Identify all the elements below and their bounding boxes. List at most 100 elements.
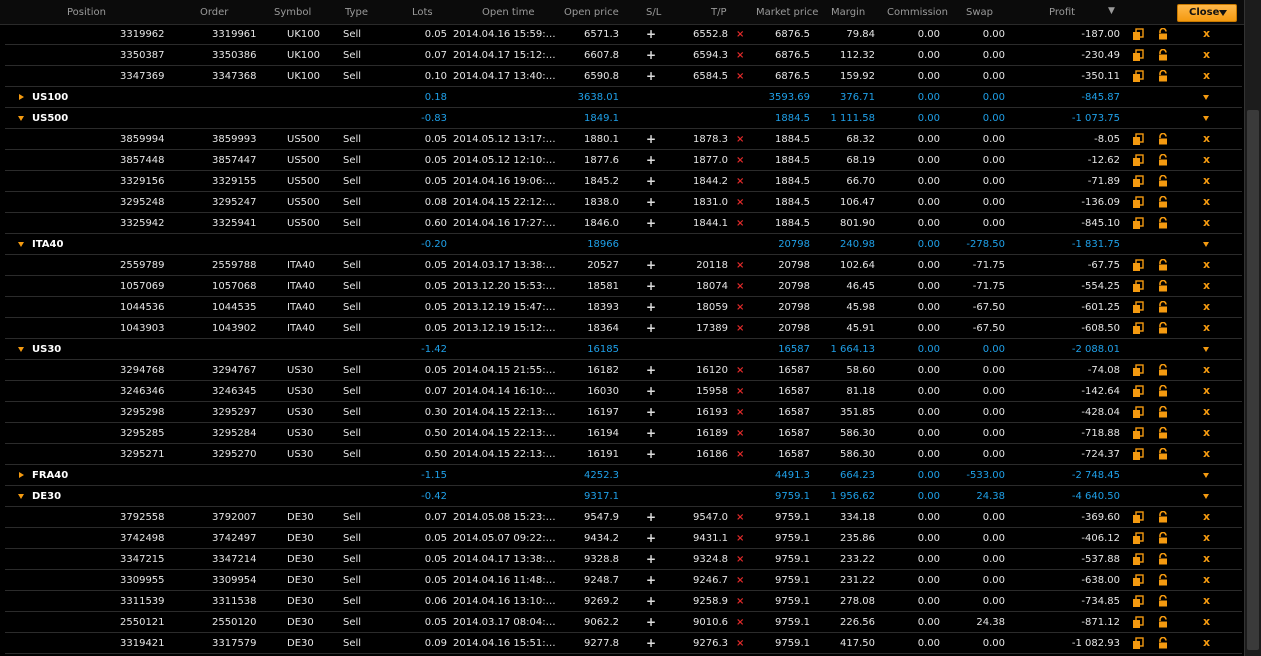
- col-market-price[interactable]: Market price: [756, 7, 818, 18]
- group-menu-icon[interactable]: [1203, 242, 1209, 247]
- duplicate-icon[interactable]: [1132, 133, 1144, 145]
- position-row[interactable]: 2559789 2559788 ITA40 Sell 0.05 2014.03.17 13…: [5, 255, 1242, 276]
- close-position-icon[interactable]: x: [1203, 301, 1210, 313]
- duplicate-icon[interactable]: [1132, 553, 1144, 565]
- close-all-button[interactable]: Close: [1177, 4, 1237, 22]
- lock-icon[interactable]: [1157, 27, 1169, 40]
- close-position-icon[interactable]: x: [1203, 406, 1210, 418]
- duplicate-icon[interactable]: [1132, 280, 1144, 292]
- position-row[interactable]: 3792558 3792007 DE30 Sell 0.07 2014.05.08 15:…: [5, 507, 1242, 528]
- sort-descending-icon[interactable]: ▼: [1108, 6, 1115, 16]
- add-sl-icon[interactable]: +: [646, 531, 656, 545]
- lock-icon[interactable]: [1157, 615, 1169, 628]
- lock-icon[interactable]: [1157, 447, 1169, 460]
- close-position-icon[interactable]: x: [1203, 574, 1210, 586]
- close-position-icon[interactable]: x: [1203, 259, 1210, 271]
- duplicate-icon[interactable]: [1132, 406, 1144, 418]
- position-row[interactable]: 3325942 3325941 US500 Sell 0.60 2014.04.16 17…: [5, 213, 1242, 234]
- col-open-price[interactable]: Open price: [564, 7, 619, 18]
- group-row[interactable]: ITA40 -0.20 18966 20798 240.98 0.00 -278.50 -1 …: [5, 234, 1242, 255]
- col-lots[interactable]: Lots: [412, 7, 433, 18]
- lock-icon[interactable]: [1157, 426, 1169, 439]
- add-sl-icon[interactable]: +: [646, 321, 656, 335]
- duplicate-icon[interactable]: [1132, 385, 1144, 397]
- duplicate-icon[interactable]: [1132, 322, 1144, 334]
- group-menu-icon[interactable]: [1203, 494, 1209, 499]
- duplicate-icon[interactable]: [1132, 595, 1144, 607]
- col-sl[interactable]: S/L: [646, 7, 661, 18]
- expand-collapse-down-icon[interactable]: [18, 494, 24, 499]
- duplicate-icon[interactable]: [1132, 637, 1144, 649]
- position-row[interactable]: 3350387 3350386 UK100 Sell 0.07 2014.04.17 15…: [5, 45, 1242, 66]
- add-sl-icon[interactable]: +: [646, 573, 656, 587]
- expand-collapse-right-icon[interactable]: [19, 94, 24, 100]
- add-sl-icon[interactable]: +: [646, 153, 656, 167]
- close-position-icon[interactable]: x: [1203, 217, 1210, 229]
- position-row[interactable]: 3246346 3246345 US30 Sell 0.07 2014.04.14 16:…: [5, 381, 1242, 402]
- lock-icon[interactable]: [1157, 363, 1169, 376]
- add-sl-icon[interactable]: +: [646, 69, 656, 83]
- col-symbol[interactable]: Symbol: [274, 7, 311, 18]
- group-row[interactable]: US100 0.18 3638.01 3593.69 376.71 0.00 0.00 -84…: [5, 87, 1242, 108]
- add-sl-icon[interactable]: +: [646, 363, 656, 377]
- lock-icon[interactable]: [1157, 573, 1169, 586]
- position-row[interactable]: 3311539 3311538 DE30 Sell 0.06 2014.04.16 13:…: [5, 591, 1242, 612]
- add-sl-icon[interactable]: +: [646, 447, 656, 461]
- lock-icon[interactable]: [1157, 174, 1169, 187]
- col-type[interactable]: Type: [345, 7, 368, 18]
- position-row[interactable]: 2550121 2550120 DE30 Sell 0.05 2014.03.17 08:…: [5, 612, 1242, 633]
- add-sl-icon[interactable]: +: [646, 384, 656, 398]
- position-row[interactable]: 3295298 3295297 US30 Sell 0.30 2014.04.15 22:…: [5, 402, 1242, 423]
- close-position-icon[interactable]: x: [1203, 385, 1210, 397]
- close-position-icon[interactable]: x: [1203, 553, 1210, 565]
- duplicate-icon[interactable]: [1132, 175, 1144, 187]
- group-row[interactable]: US500 -0.83 1849.1 1884.5 1 111.58 0.00 0.00 -1…: [5, 108, 1242, 129]
- duplicate-icon[interactable]: [1132, 301, 1144, 313]
- lock-icon[interactable]: [1157, 531, 1169, 544]
- lock-icon[interactable]: [1157, 48, 1169, 61]
- position-row[interactable]: 3329156 3329155 US500 Sell 0.05 2014.04.16 19…: [5, 171, 1242, 192]
- col-swap[interactable]: Swap: [966, 7, 993, 18]
- position-row[interactable]: 3295271 3295270 US30 Sell 0.50 2014.04.15 22:…: [5, 444, 1242, 465]
- position-row[interactable]: 3742498 3742497 DE30 Sell 0.05 2014.05.07 09:…: [5, 528, 1242, 549]
- add-sl-icon[interactable]: +: [646, 279, 656, 293]
- add-sl-icon[interactable]: +: [646, 426, 656, 440]
- close-position-icon[interactable]: x: [1203, 595, 1210, 607]
- scrollbar-thumb[interactable]: [1247, 110, 1259, 650]
- position-row[interactable]: 3857448 3857447 US500 Sell 0.05 2014.05.12 12…: [5, 150, 1242, 171]
- col-profit[interactable]: Profit: [1049, 7, 1075, 18]
- col-order[interactable]: Order: [200, 7, 228, 18]
- position-row[interactable]: 3295285 3295284 US30 Sell 0.50 2014.04.15 22:…: [5, 423, 1242, 444]
- col-margin[interactable]: Margin: [831, 7, 865, 18]
- lock-icon[interactable]: [1157, 384, 1169, 397]
- add-sl-icon[interactable]: +: [646, 48, 656, 62]
- close-position-icon[interactable]: x: [1203, 364, 1210, 376]
- lock-icon[interactable]: [1157, 69, 1169, 82]
- lock-icon[interactable]: [1157, 510, 1169, 523]
- close-position-icon[interactable]: x: [1203, 175, 1210, 187]
- duplicate-icon[interactable]: [1132, 532, 1144, 544]
- col-tp[interactable]: T/P: [711, 7, 727, 18]
- position-row[interactable]: 1044536 1044535 ITA40 Sell 0.05 2013.12.19 15…: [5, 297, 1242, 318]
- add-sl-icon[interactable]: +: [646, 216, 656, 230]
- close-position-icon[interactable]: x: [1203, 616, 1210, 628]
- group-row[interactable]: DE30 -0.42 9317.1 9759.1 1 956.62 0.00 24.38 -4…: [5, 486, 1242, 507]
- close-position-icon[interactable]: x: [1203, 154, 1210, 166]
- group-menu-icon[interactable]: [1203, 347, 1209, 352]
- position-row[interactable]: 3859994 3859993 US500 Sell 0.05 2014.05.12 13…: [5, 129, 1242, 150]
- add-sl-icon[interactable]: +: [646, 132, 656, 146]
- close-position-icon[interactable]: x: [1203, 532, 1210, 544]
- add-sl-icon[interactable]: +: [646, 510, 656, 524]
- duplicate-icon[interactable]: [1132, 154, 1144, 166]
- col-commission[interactable]: Commission: [887, 7, 948, 18]
- expand-collapse-down-icon[interactable]: [18, 116, 24, 121]
- close-position-icon[interactable]: x: [1203, 70, 1210, 82]
- expand-collapse-right-icon[interactable]: [19, 472, 24, 478]
- add-sl-icon[interactable]: +: [646, 195, 656, 209]
- add-sl-icon[interactable]: +: [646, 405, 656, 419]
- group-row[interactable]: FRA40 -1.15 4252.3 4491.3 664.23 0.00 -533.00 -…: [5, 465, 1242, 486]
- add-sl-icon[interactable]: +: [646, 594, 656, 608]
- add-sl-icon[interactable]: +: [646, 27, 656, 41]
- close-position-icon[interactable]: x: [1203, 427, 1210, 439]
- position-row[interactable]: 1043903 1043902 ITA40 Sell 0.05 2013.12.19 15…: [5, 318, 1242, 339]
